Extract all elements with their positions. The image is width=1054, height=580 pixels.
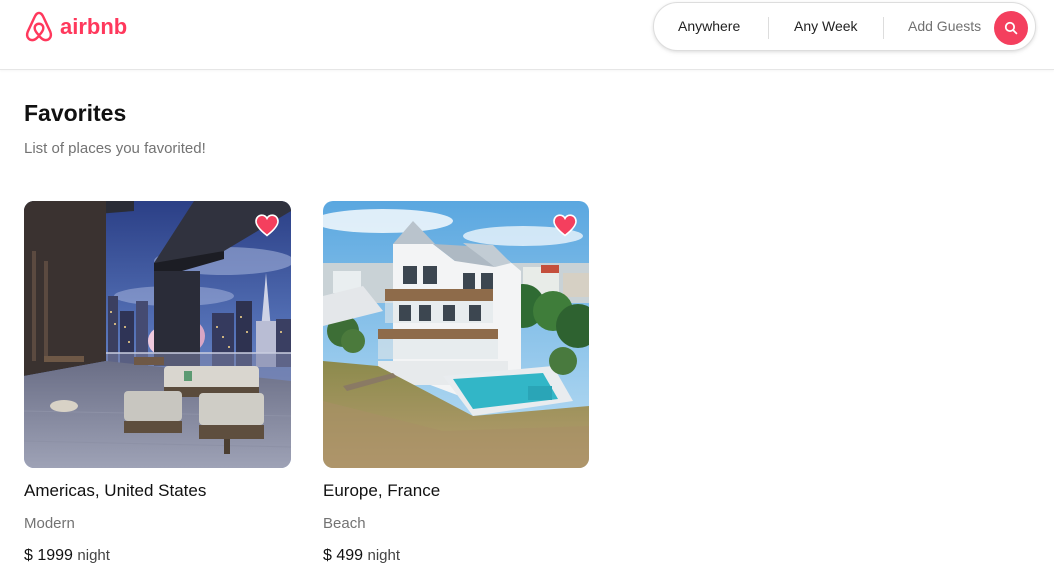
heart-icon	[255, 214, 279, 237]
listing-photo[interactable]	[323, 201, 589, 468]
listing-location: Europe, France	[323, 481, 441, 500]
brand-name: airbnb	[60, 14, 128, 39]
listing-price: $ 1999	[24, 547, 73, 564]
airbnb-logo[interactable]: airbnb	[24, 10, 127, 44]
search-bar[interactable]: Anywhere Any Week Add Guests	[653, 2, 1036, 51]
listing-price-unit: night	[367, 547, 401, 564]
location-filter-button[interactable]: Anywhere	[678, 3, 740, 50]
favorite-toggle-button[interactable]	[254, 213, 280, 237]
top-navbar: airbnb Anywhere Any Week Add Guests	[0, 0, 1054, 70]
divider	[768, 17, 769, 39]
listing-price-row: $ 1999 night	[24, 546, 110, 566]
page-subtitle: List of places you favorited!	[24, 140, 206, 157]
rooftop-terrace-photo	[24, 201, 291, 468]
listing-photo[interactable]	[24, 201, 291, 468]
divider	[883, 17, 884, 39]
guests-filter-button[interactable]: Add Guests	[908, 3, 981, 50]
beach-house-photo	[323, 201, 589, 468]
airbnb-logo-icon	[25, 11, 53, 42]
listing-card[interactable]: Europe, France Beach $ 499 night	[323, 201, 589, 564]
listing-location: Americas, United States	[24, 481, 207, 500]
dates-filter-button[interactable]: Any Week	[794, 3, 858, 50]
heart-icon	[553, 214, 577, 237]
listing-price-row: $ 499 night	[323, 546, 400, 566]
listing-category: Modern	[24, 515, 75, 532]
listing-price: $ 499	[323, 547, 364, 564]
listing-card[interactable]: Americas, United States Modern $ 1999 ni…	[24, 201, 291, 564]
listing-category: Beach	[323, 515, 366, 532]
page-title: Favorites	[24, 100, 127, 126]
search-icon	[1004, 21, 1018, 35]
listing-price-unit: night	[77, 547, 110, 564]
search-button[interactable]	[994, 11, 1028, 45]
favorite-toggle-button[interactable]	[552, 213, 578, 237]
